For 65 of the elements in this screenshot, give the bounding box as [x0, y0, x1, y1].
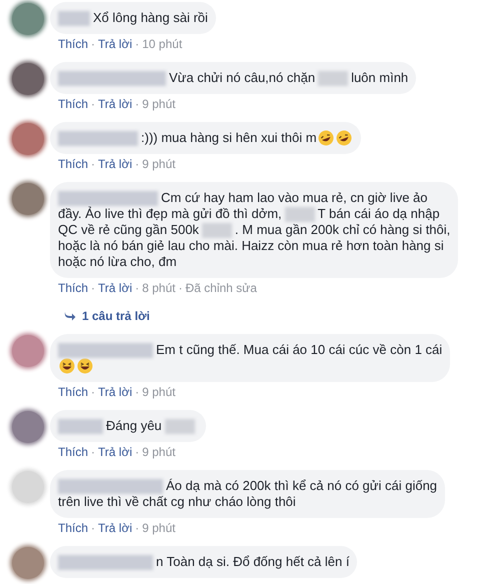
grinning-face-icon — [59, 358, 75, 374]
separator-dot: · — [91, 444, 96, 460]
comment-text: đầy. Ảo live thì đẹp mà gửi đồ thì dởm, — [58, 206, 282, 222]
reply-link[interactable]: Trả lời — [98, 280, 132, 296]
reply-link[interactable]: Trả lời — [98, 444, 132, 460]
blurred-name — [58, 418, 103, 434]
separator-dot: · — [135, 384, 140, 400]
separator-dot: · — [91, 520, 96, 536]
comment-text: Đáng yêu — [106, 418, 162, 434]
blurred-text — [318, 70, 348, 86]
comment-text: n Toàn dạ si. Đổ đống hết cả lên í — [156, 554, 350, 570]
like-link[interactable]: Thích — [58, 156, 88, 172]
edited-label: Đã chỉnh sửa — [185, 280, 257, 296]
separator-dot: · — [91, 96, 96, 112]
comment-text: Vừa chửi nó câu,nó chặn — [169, 70, 316, 86]
comment-text: hoặc nó lừa cho, đm — [58, 254, 177, 270]
blurred-name — [58, 10, 90, 26]
separator-dot: · — [135, 96, 140, 112]
comment-text: hoặc là nó bán giẻ lau cho mài. Haizz còn mua rẻ hơn toàn hàng si — [58, 238, 444, 254]
separator-dot: · — [91, 384, 96, 400]
avatar[interactable] — [12, 547, 44, 579]
blurred-text — [202, 222, 232, 238]
reply-link[interactable]: Trả lời — [98, 36, 132, 52]
comment-text: . M mua gần 200k chỉ có hàng si thôi, — [234, 222, 450, 238]
comment-text: QC về rẻ cũng gần 500k — [58, 222, 199, 238]
like-link[interactable]: Thích — [58, 520, 88, 536]
separator-dot: · — [91, 156, 96, 172]
avatar[interactable] — [12, 183, 44, 215]
avatar[interactable] — [12, 335, 44, 367]
like-link[interactable]: Thích — [58, 36, 88, 52]
comment-text: Cm cứ hay ham lao vào mua rẻ, cn giờ live ảo — [161, 190, 428, 206]
reply-link[interactable]: Trả lời — [98, 96, 132, 112]
like-link[interactable]: Thích — [58, 96, 88, 112]
avatar[interactable] — [12, 3, 44, 35]
avatar[interactable] — [12, 123, 44, 155]
reply-arrow-icon — [64, 311, 76, 321]
like-link[interactable]: Thích — [58, 444, 88, 460]
blurred-text — [164, 418, 195, 434]
laughing-face-icon — [336, 130, 352, 146]
comment-text: T bán cái áo dạ nhập — [318, 206, 440, 222]
avatar[interactable] — [12, 63, 44, 95]
separator-dot: · — [135, 156, 140, 172]
reply-link[interactable]: Trả lời — [98, 520, 132, 536]
view-replies-link[interactable]: 1 câu trả lời — [64, 308, 150, 324]
separator-dot: · — [135, 520, 140, 536]
reply-link[interactable]: Trả lời — [98, 156, 132, 172]
laughing-face-icon — [318, 130, 334, 146]
comment-text: luôn mình — [351, 70, 408, 86]
reply-link[interactable]: Trả lời — [98, 384, 132, 400]
grinning-face-icon — [77, 358, 93, 374]
blurred-text — [284, 206, 315, 222]
avatar[interactable] — [12, 411, 44, 443]
separator-dot: · — [135, 444, 140, 460]
comment-text: :))) mua hàng si hên xui thôi m — [141, 130, 317, 146]
comment-text: trên live thì về chất cg như cháo lòng thôi — [58, 494, 296, 510]
separator-dot: · — [135, 280, 140, 296]
separator-dot: · — [91, 36, 96, 52]
like-link[interactable]: Thích — [58, 384, 88, 400]
like-link[interactable]: Thích — [58, 280, 88, 296]
comment-text: Xổ lông hàng sài rồi — [93, 10, 208, 26]
comment-text: Em t cũng thế. Mua cái áo 10 cái cúc về còn 1 cái — [156, 342, 442, 358]
comment-text: Áo dạ mà có 200k thì kể cả nó có gửi cái giống — [166, 478, 438, 494]
separator-dot: · — [178, 280, 182, 296]
separator-dot: · — [135, 36, 140, 52]
separator-dot: · — [91, 280, 96, 296]
